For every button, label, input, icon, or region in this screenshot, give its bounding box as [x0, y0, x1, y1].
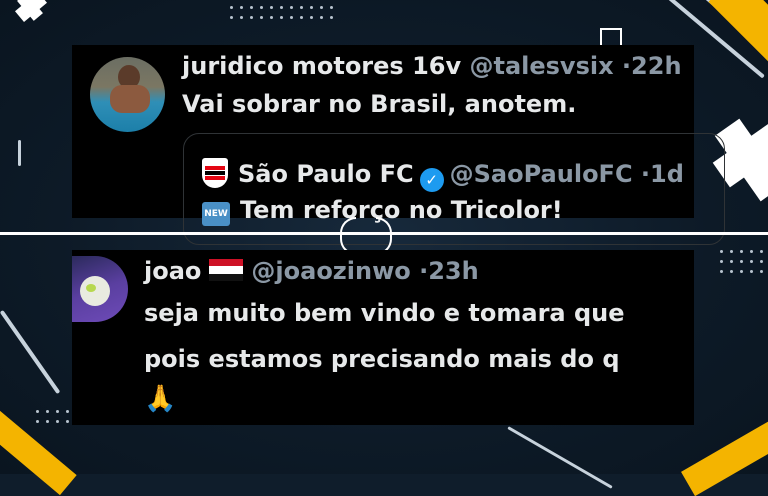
tweet-card[interactable]: joao @joaozinwo ·23h seja muito bem vindo…	[72, 250, 694, 425]
quoted-text: Tem reforço no Tricolor!	[240, 196, 563, 224]
tweet-card[interactable]: juridico motores 16v @talesvsix ·22h Vai…	[72, 45, 725, 245]
verified-badge-icon: ✓	[419, 168, 444, 192]
avatar[interactable]	[90, 57, 165, 132]
tweet-text-line-1: seja muito bem vindo e tomara que	[144, 299, 625, 327]
handle[interactable]: @joaozinwo	[251, 257, 410, 285]
quoted-tweet[interactable]: São Paulo FC ✓ @SaoPauloFC ·1d NEW Tem refo…	[183, 133, 725, 245]
tweet-header: joao @joaozinwo ·23h	[144, 256, 479, 286]
dots-decoration-top	[230, 6, 333, 19]
left-hook-decoration	[18, 140, 21, 166]
separator: ·	[419, 257, 429, 285]
tweet-header: juridico motores 16v @talesvsix ·22h	[182, 51, 682, 81]
separator: ·	[640, 160, 651, 188]
tweet-text-line-2: pois estamos precisando mais do q	[144, 345, 620, 373]
quoted-display-name[interactable]: São Paulo FC	[238, 160, 414, 188]
pray-emoji-icon: 🙏	[144, 384, 177, 414]
handle[interactable]: @talesvsix	[469, 52, 613, 80]
spfc-logo-icon	[202, 158, 228, 188]
quoted-timestamp[interactable]: 1d	[650, 160, 684, 188]
tweet-text: Vai sobrar no Brasil, anotem.	[182, 90, 577, 118]
quoted-handle[interactable]: @SaoPauloFC	[450, 160, 633, 188]
dots-decoration-right	[720, 250, 763, 273]
timestamp[interactable]: 22h	[631, 52, 681, 80]
separator: ·	[621, 52, 632, 80]
timestamp[interactable]: 23h	[428, 257, 478, 285]
avatar[interactable]	[72, 256, 128, 322]
display-name[interactable]: joao	[144, 257, 201, 285]
egypt-flag-icon	[209, 259, 244, 281]
display-name[interactable]: juridico motores 16v	[182, 52, 461, 80]
new-badge-icon: NEW	[202, 202, 230, 226]
quoted-tweet-header: São Paulo FC ✓ @SaoPauloFC ·1d	[202, 158, 684, 192]
